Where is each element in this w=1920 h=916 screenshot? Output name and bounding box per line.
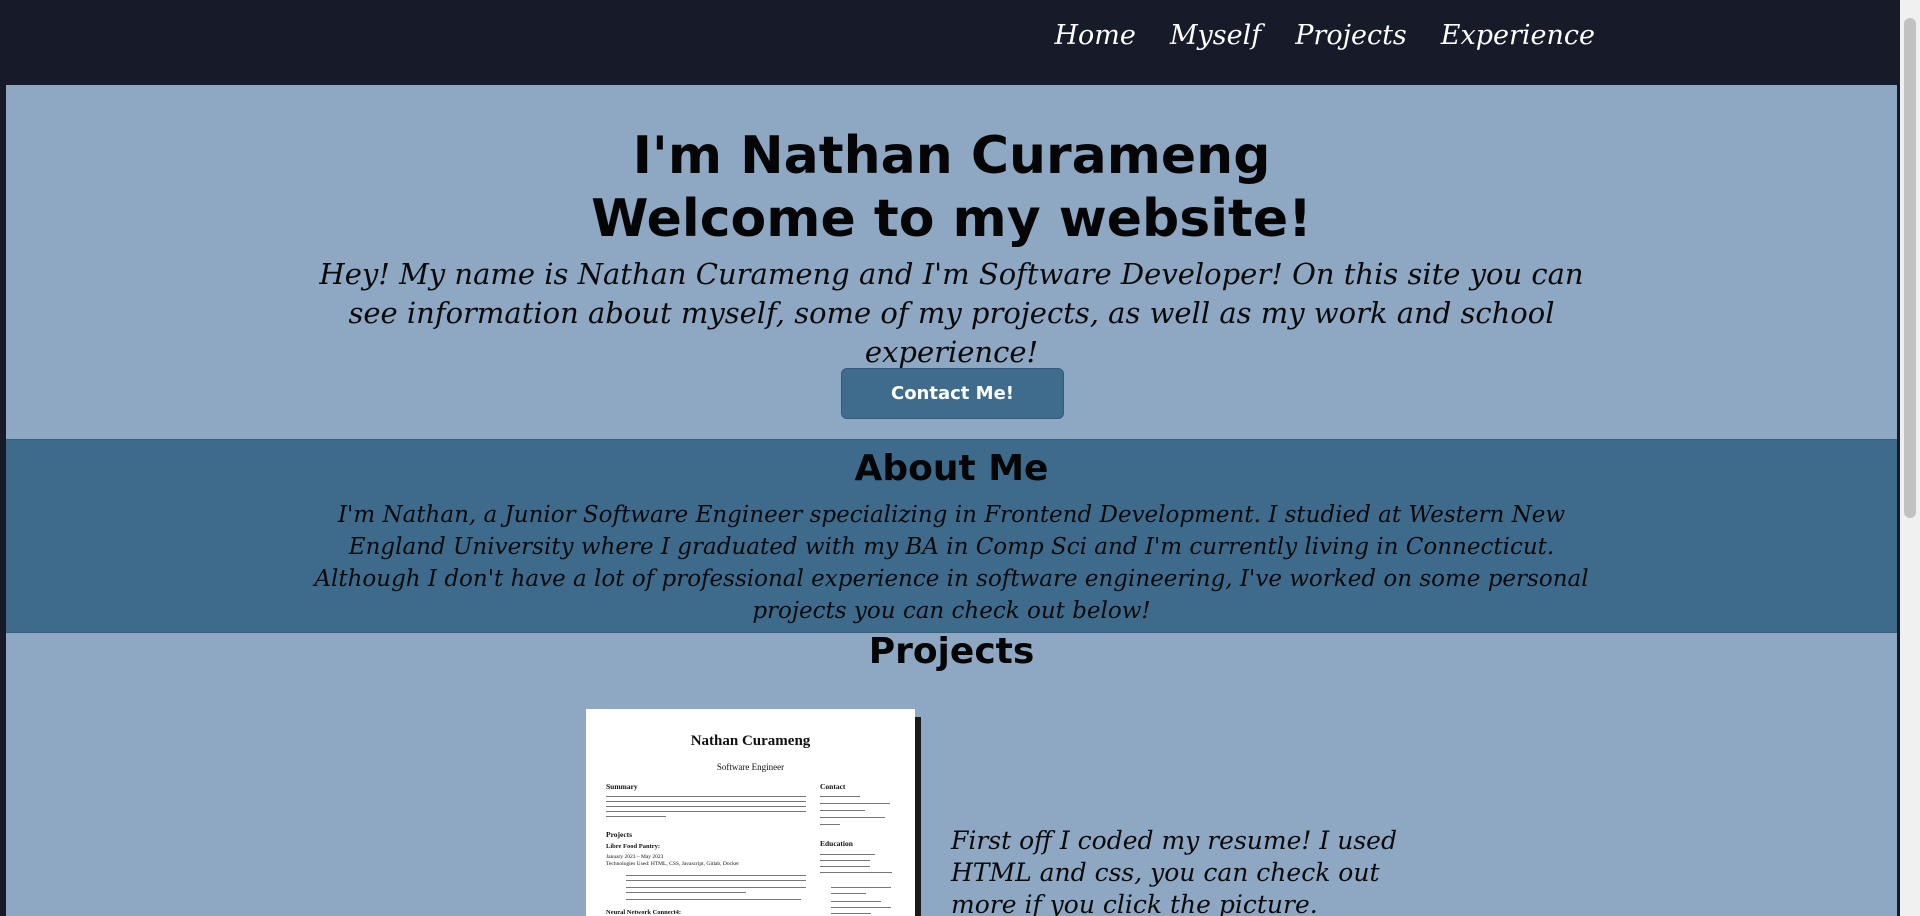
resume-text-line	[626, 899, 801, 900]
resume-project1-tech: Technologies Used: HTML, CSS, Javascript…	[606, 861, 740, 867]
resume-project2-title: Neural Network Connect4:	[606, 909, 682, 916]
nav-links: Home Myself Projects Experience	[1055, 20, 1596, 51]
scrollbar-thumb[interactable]	[1904, 18, 1916, 518]
resume-text-line	[820, 824, 840, 825]
resume-text-line	[606, 801, 806, 802]
about-text: I'm Nathan, a Junior Software Engineer s…	[314, 502, 1589, 624]
nav-link-home[interactable]: Home	[1055, 20, 1136, 51]
resume-text-line	[626, 892, 746, 893]
resume-text-line	[831, 887, 891, 888]
resume-summary-heading: Summary	[606, 782, 638, 791]
resume-text-line	[606, 796, 806, 797]
resume-text-line	[820, 796, 860, 797]
resume-role: Software Engineer	[716, 762, 785, 772]
resume-text-line	[606, 811, 806, 812]
resume-text-line	[820, 854, 875, 855]
resume-text-line	[820, 810, 865, 811]
resume-text-line	[820, 803, 890, 804]
project-description: First off I coded my resume! I used HTML…	[951, 826, 1397, 916]
resume-text-line	[820, 860, 870, 861]
resume-text-line	[626, 875, 806, 876]
resume-text-line	[606, 816, 666, 817]
contact-me-button[interactable]: Contact Me!	[841, 368, 1064, 419]
resume-thumbnail[interactable]: Nathan Curameng Software Engineer Summar…	[586, 709, 915, 916]
resume-name: Nathan Curameng	[690, 733, 811, 749]
nav-link-experience[interactable]: Experience	[1441, 20, 1595, 51]
resume-text-line	[626, 880, 806, 881]
nav-link-myself[interactable]: Myself	[1170, 20, 1261, 51]
resume-text-line	[820, 817, 885, 818]
resume-text-line	[831, 913, 871, 914]
resume-project1-title: Libre Food Pantry:	[606, 843, 661, 850]
resume-text-line	[831, 893, 866, 894]
resume-text-line	[820, 872, 892, 873]
nav-link-projects[interactable]: Projects	[1295, 20, 1407, 51]
about-section: About Me I'm Nathan, a Junior Software E…	[6, 439, 1897, 633]
resume-text-line	[831, 907, 891, 908]
page-content: I'm Nathan Curameng Welcome to my websit…	[6, 85, 1897, 916]
projects-title: Projects	[868, 631, 1035, 672]
hero-title: I'm Nathan Curameng Welcome to my websit…	[6, 125, 1897, 251]
resume-text-line	[820, 866, 870, 867]
hero-title-line2: Welcome to my website!	[591, 189, 1312, 249]
navbar: Home Myself Projects Experience	[0, 0, 1920, 85]
page-scrollbar[interactable]	[1900, 0, 1920, 916]
resume-text-line	[606, 806, 806, 807]
hero-intro: Hey! My name is Nathan Curameng and I'm …	[319, 257, 1584, 369]
resume-education-heading: Education	[820, 839, 853, 848]
hero-title-line1: I'm Nathan Curameng	[632, 126, 1271, 186]
resume-text-line	[831, 901, 881, 902]
resume-text-line	[626, 887, 806, 888]
about-title: About Me	[854, 448, 1049, 489]
hero-section: I'm Nathan Curameng Welcome to my websit…	[6, 85, 1897, 439]
resume-contact-heading: Contact	[820, 782, 846, 791]
resume-projects-heading: Projects	[606, 830, 633, 839]
resume-project1-date: January 2023 – May 2023	[606, 854, 664, 860]
